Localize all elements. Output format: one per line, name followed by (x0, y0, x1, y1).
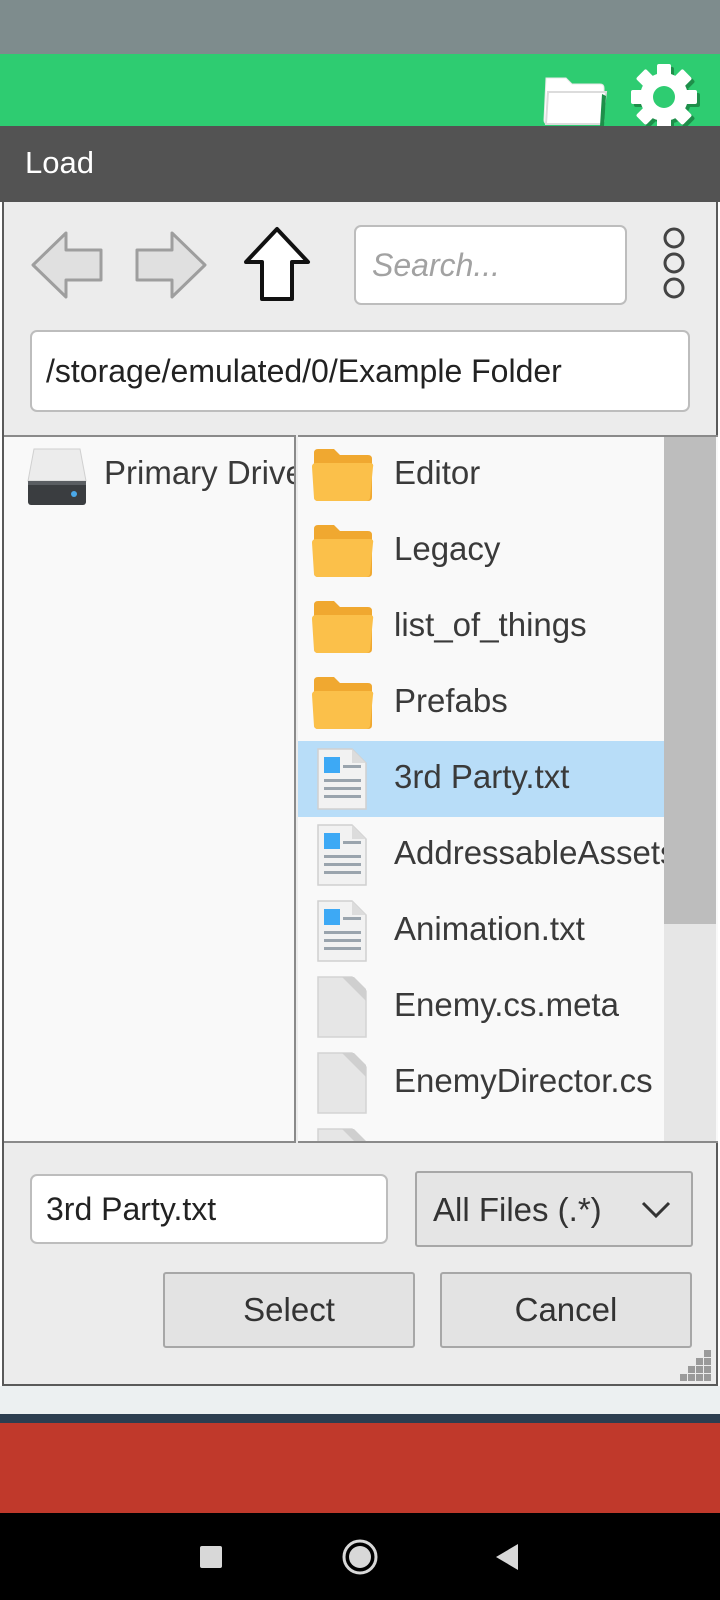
recents-square-icon[interactable] (196, 1542, 226, 1572)
app-bar (0, 54, 720, 126)
file-list-item[interactable]: Prefabs (298, 665, 664, 741)
file-list-item[interactable]: 3rd Party.txt (298, 741, 664, 817)
file-name: Legacy (394, 530, 501, 567)
back-triangle-icon[interactable] (492, 1540, 522, 1574)
file-type-filter[interactable]: All Files (.*) (415, 1171, 693, 1247)
file-list-item[interactable]: AddressableAssets.txt (298, 817, 664, 893)
divider (0, 1414, 720, 1423)
folder-icon (310, 519, 374, 583)
file-list-item[interactable]: list_of_things (298, 589, 664, 665)
more-options-icon[interactable] (654, 226, 694, 302)
file-name: Editor (394, 454, 481, 491)
file-list-item[interactable] (298, 1121, 664, 1141)
home-circle-icon[interactable] (340, 1537, 380, 1577)
drive-label: Primary Drive (104, 454, 296, 491)
back-arrow-icon[interactable] (30, 230, 104, 300)
file-name: AddressableAssets.txt (394, 834, 664, 871)
folder-icon[interactable] (540, 70, 610, 128)
file-name: 3rd Party.txt (394, 758, 570, 795)
chevron-down-icon (641, 1201, 671, 1219)
status-bar (0, 0, 720, 54)
hard-drive-icon (27, 448, 87, 505)
scroll-thumb[interactable] (664, 437, 716, 924)
cancel-button[interactable]: Cancel (440, 1272, 692, 1348)
file-list-item[interactable]: Animation.txt (298, 893, 664, 969)
scrollbar[interactable] (664, 437, 716, 1141)
drive-item-primary[interactable]: Primary Drive (4, 437, 294, 513)
file-list: Editor Legacy list_of_things Prefabs 3rd Par… (298, 437, 664, 1141)
gear-icon[interactable] (628, 62, 702, 134)
file-name: Enemy.cs.meta (394, 986, 619, 1023)
files-pane: Editor Legacy list_of_things Prefabs 3rd Par… (298, 435, 718, 1143)
file-list-item[interactable]: Editor (298, 437, 664, 513)
filename-input[interactable] (30, 1174, 388, 1244)
file-name: EnemyDirector.cs (394, 1062, 653, 1099)
file-icon (310, 975, 374, 1039)
path-field[interactable]: /storage/emulated/0/Example Folder (30, 330, 690, 412)
text-file-icon (310, 747, 374, 811)
file-name: list_of_things (394, 606, 587, 643)
folder-icon (310, 671, 374, 735)
file-list-item[interactable]: Legacy (298, 513, 664, 589)
search-input[interactable] (354, 225, 627, 305)
file-name: Animation.txt (394, 910, 585, 947)
folder-icon (310, 443, 374, 507)
dialog-title-bar[interactable] (0, 126, 720, 202)
file-list-item[interactable]: Enemy.cs.meta (298, 969, 664, 1045)
file-icon (310, 1127, 374, 1141)
filter-selected-label: All Files (.*) (433, 1191, 602, 1228)
select-button[interactable]: Select (163, 1272, 415, 1348)
file-name: Prefabs (394, 682, 508, 719)
drives-pane: Primary Drive (4, 435, 296, 1143)
bottom-panel (0, 1423, 720, 1513)
forward-arrow-icon[interactable] (134, 230, 208, 300)
up-arrow-icon[interactable] (242, 226, 312, 302)
folder-icon (310, 595, 374, 659)
text-file-icon (310, 823, 374, 887)
text-file-icon (310, 899, 374, 963)
resize-handle-icon[interactable] (680, 1348, 714, 1382)
file-icon (310, 1051, 374, 1115)
dialog-title: Load (25, 145, 94, 180)
file-list-item[interactable]: EnemyDirector.cs (298, 1045, 664, 1121)
